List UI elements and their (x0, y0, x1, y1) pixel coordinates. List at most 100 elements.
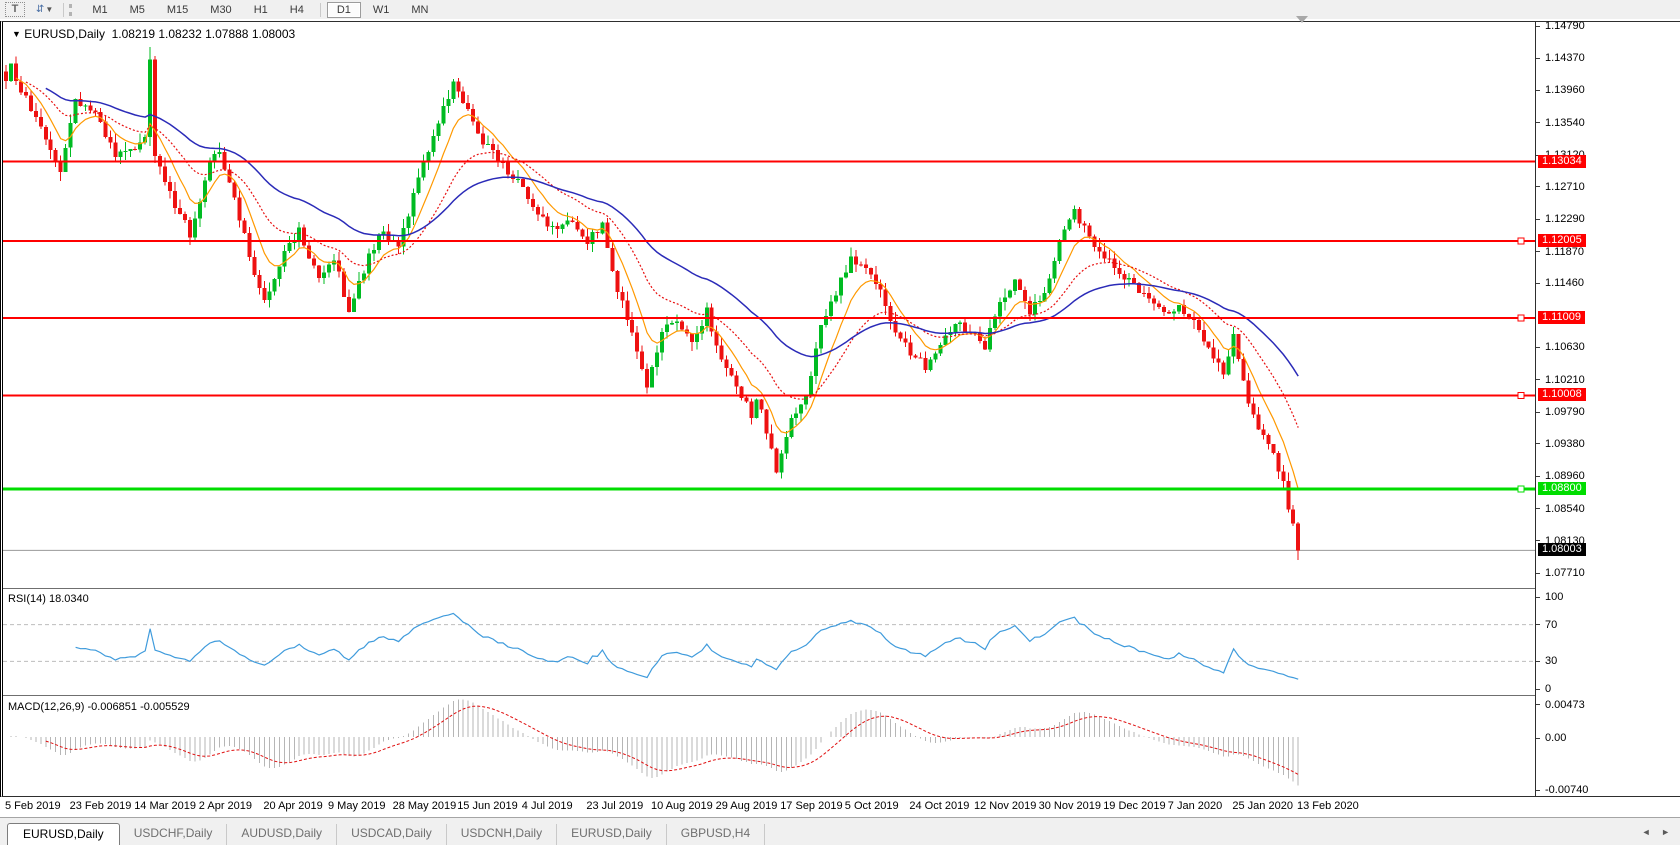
timeframe-button-M30[interactable]: M30 (200, 2, 241, 18)
axis-tick-mark (1536, 573, 1540, 574)
date-tick-label: 25 Jan 2020 (1232, 800, 1293, 812)
date-tick-label: 5 Feb 2019 (5, 800, 61, 812)
rsi-tick-label: 100 (1545, 591, 1563, 603)
updown-arrows-icon: ⇵ (36, 3, 44, 16)
chart-tab-eurusd-daily[interactable]: EURUSD,Daily (7, 823, 120, 845)
axis-tick-mark (1536, 379, 1540, 380)
timeframe-button-M1[interactable]: M1 (82, 2, 117, 18)
price-tick-label: 1.09790 (1545, 406, 1585, 418)
macd-indicator-label: MACD(12,26,9) -0.006851 -0.005529 (8, 701, 190, 713)
axis-tick-mark (1536, 412, 1540, 413)
date-tick-label: 19 Dec 2019 (1103, 800, 1165, 812)
timeframe-toolbar: M1M5M15M30H1H4 D1W1MN (81, 2, 439, 18)
price-pane[interactable] (3, 22, 1535, 588)
date-tick-label: 2 Apr 2019 (199, 800, 252, 812)
axis-tick-mark (1536, 597, 1540, 598)
date-tick-label: 15 Jun 2019 (457, 800, 518, 812)
date-tick-label: 17 Sep 2019 (780, 800, 842, 812)
rsi-pane[interactable] (3, 588, 1535, 696)
top-toolbar: T ⇵ ▼ M1M5M15M30H1H4 D1W1MN (0, 0, 1680, 19)
toolbar-grip (69, 4, 75, 16)
axis-tick-mark (1536, 540, 1540, 541)
price-tick-label: 1.11870 (1545, 246, 1584, 258)
chart-tab-usdcad-daily[interactable]: USDCAD,Daily (337, 824, 447, 845)
price-tick-label: 1.11460 (1545, 277, 1584, 289)
axis-tick-mark (1536, 251, 1540, 252)
date-tick-label: 9 May 2019 (328, 800, 385, 812)
price-tick-label: 1.08540 (1545, 503, 1585, 515)
chart-tab-gbpusd-h4[interactable]: GBPUSD,H4 (667, 824, 765, 845)
hline-price-badge: 1.10008 (1538, 388, 1586, 401)
date-tick-label: 29 Aug 2019 (716, 800, 778, 812)
symbol-period-label: EURUSD,Daily (24, 27, 105, 41)
timeframe-button-W1[interactable]: W1 (363, 2, 400, 18)
quote-close: 1.08003 (252, 27, 295, 41)
timeframe-button-M5[interactable]: M5 (120, 2, 155, 18)
chart-tab-audusd-daily[interactable]: AUDUSD,Daily (227, 824, 337, 845)
date-tick-label: 13 Feb 2020 (1297, 800, 1359, 812)
price-tick-label: 1.13540 (1545, 117, 1585, 129)
timeframe-button-D1[interactable]: D1 (327, 2, 361, 18)
date-tick-label: 23 Jul 2019 (586, 800, 643, 812)
date-tick-label: 28 May 2019 (393, 800, 457, 812)
text-tool-button[interactable]: T (5, 2, 25, 17)
chart-tab-eurusd-daily[interactable]: EURUSD,Daily (557, 824, 667, 845)
timeframe-button-H1[interactable]: H1 (244, 2, 278, 18)
toolbar-separator (63, 3, 64, 17)
axis-tick-mark (1536, 283, 1540, 284)
date-tick-label: 24 Oct 2019 (909, 800, 969, 812)
price-tick-label: 1.09380 (1545, 438, 1585, 450)
axis-tick-mark (1536, 704, 1540, 705)
price-tick-label: 1.13960 (1545, 84, 1585, 96)
quote-high: 1.08232 (158, 27, 201, 41)
chart-tab-usdcnh-daily[interactable]: USDCNH,Daily (447, 824, 557, 845)
price-tick-label: 1.10630 (1545, 341, 1585, 353)
date-tick-label: 7 Jan 2020 (1168, 800, 1222, 812)
price-tick-label: 1.12710 (1545, 181, 1585, 193)
chart-tab-usdchf-daily[interactable]: USDCHF,Daily (120, 824, 228, 845)
axis-tick-mark (1536, 738, 1540, 739)
tab-scroll-right-icon[interactable]: ► (1661, 827, 1670, 837)
macd-tick-label: 0.00473 (1545, 699, 1585, 711)
tab-scroll-nav: ◄ ► (1634, 827, 1670, 837)
date-tick-label: 10 Aug 2019 (651, 800, 713, 812)
price-tick-label: 1.10210 (1545, 374, 1585, 386)
axis-tick-mark (1536, 58, 1540, 59)
price-axis[interactable]: 1.147901.143701.139601.135401.131201.127… (1535, 22, 1680, 796)
axis-tick-mark (1536, 122, 1540, 123)
time-axis[interactable]: 5 Feb 201923 Feb 201914 Mar 20192 Apr 20… (3, 799, 1680, 816)
date-tick-label: 14 Mar 2019 (134, 800, 196, 812)
timeframe-button-M15[interactable]: M15 (157, 2, 198, 18)
chart-window: ▼ EURUSD,Daily 1.08219 1.08232 1.07888 1… (0, 21, 1680, 797)
date-tick-label: 5 Oct 2019 (845, 800, 899, 812)
price-tick-label: 1.12290 (1545, 213, 1585, 225)
axis-tick-mark (1536, 661, 1540, 662)
hline-price-badge: 1.11009 (1538, 311, 1585, 324)
styles-dropdown-button[interactable]: ⇵ ▼ (31, 2, 58, 17)
axis-tick-mark (1536, 624, 1540, 625)
hline-price-badge: 1.12005 (1538, 234, 1586, 247)
axis-tick-mark (1536, 219, 1540, 220)
chart-shift-marker-icon[interactable] (1296, 16, 1308, 23)
axis-tick-mark (1536, 186, 1540, 187)
timeframe-button-MN[interactable]: MN (401, 2, 438, 18)
axis-tick-mark (1536, 26, 1540, 27)
quote-open: 1.08219 (112, 27, 155, 41)
tab-scroll-left-icon[interactable]: ◄ (1642, 827, 1651, 837)
symbol-dropdown-icon: ▼ (12, 29, 21, 39)
price-tick-label: 1.14790 (1545, 20, 1585, 32)
price-tick-label: 1.08960 (1545, 470, 1585, 482)
hline-price-badge: 1.13034 (1538, 155, 1586, 168)
hline-price-badge: 1.08800 (1538, 482, 1586, 495)
macd-pane[interactable] (3, 696, 1535, 795)
price-tick-label: 1.14370 (1545, 52, 1585, 64)
date-tick-label: 4 Jul 2019 (522, 800, 573, 812)
timeframe-button-H4[interactable]: H4 (280, 2, 314, 18)
toolbar-separator (320, 3, 321, 17)
date-tick-label: 12 Nov 2019 (974, 800, 1036, 812)
axis-tick-mark (1536, 90, 1540, 91)
axis-tick-mark (1536, 476, 1540, 477)
dropdown-caret-icon: ▼ (45, 3, 53, 16)
rsi-indicator-label: RSI(14) 18.0340 (8, 593, 89, 605)
current-price-badge: 1.08003 (1538, 543, 1586, 556)
